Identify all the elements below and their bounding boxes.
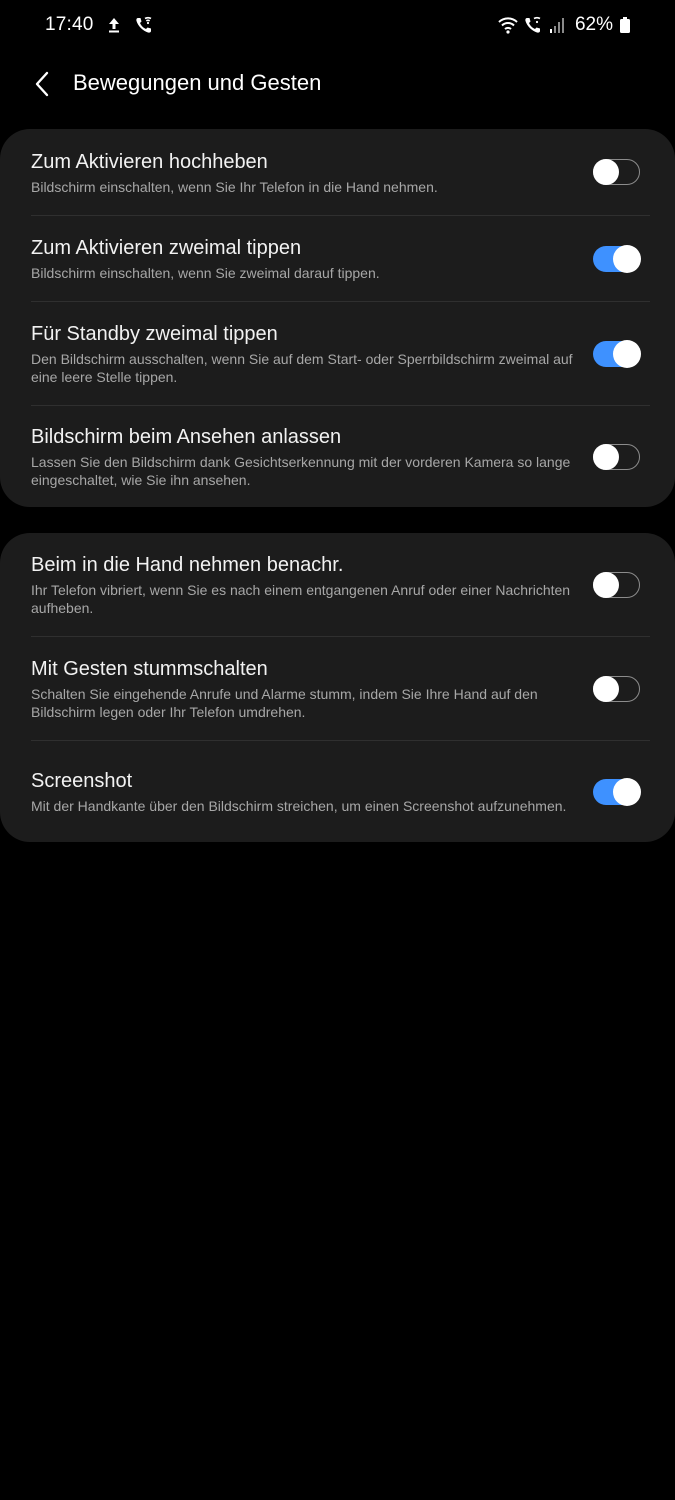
toggle-knob [592, 443, 619, 470]
wifi-call-icon [134, 15, 154, 35]
status-bar: 17:40 62% [0, 0, 675, 56]
setting-row-lift-to-wake[interactable]: Zum Aktivieren hochheben Bildschirm eins… [0, 129, 675, 215]
setting-row-palm-swipe-screenshot[interactable]: Screenshot Mit der Handkante über den Bi… [0, 741, 675, 842]
toggle-switch[interactable] [592, 571, 640, 598]
setting-subtitle: Bildschirm einschalten, wenn Sie Ihr Tel… [31, 178, 438, 195]
back-arrow-icon [35, 71, 49, 97]
setting-text: Für Standby zweimal tippen Den Bildschir… [31, 321, 593, 386]
setting-subtitle: Lassen Sie den Bildschirm dank Gesichtse… [31, 454, 571, 488]
toggle-knob [592, 675, 619, 702]
setting-text: Zum Aktivieren hochheben Bildschirm eins… [31, 149, 593, 196]
toggle-switch[interactable] [593, 777, 641, 806]
setting-title: Für Standby zweimal tippen [31, 323, 278, 345]
toggle-knob [613, 244, 641, 273]
setting-title: Bildschirm beim Ansehen anlassen [31, 426, 342, 448]
setting-title: Zum Aktivieren hochheben [31, 150, 268, 173]
page-title: Bewegungen und Gesten [73, 70, 322, 95]
setting-subtitle: Bildschirm einschalten, wenn Sie zweimal… [31, 265, 380, 281]
toggle-switch[interactable] [592, 675, 640, 702]
setting-subtitle: Ihr Telefon vibriert, wenn Sie es nach e… [31, 582, 571, 616]
setting-subtitle: Mit der Handkante über den Bildschirm st… [31, 798, 567, 814]
status-right: 62% [497, 14, 631, 36]
setting-subtitle: Den Bildschirm ausschalten, wenn Sie auf… [31, 351, 573, 385]
setting-row-mute-with-gestures[interactable]: Mit Gesten stummschalten Schalten Sie ei… [0, 637, 675, 740]
battery-percentage: 62% [574, 14, 613, 35]
toggle-knob [613, 777, 641, 806]
setting-title: Zum Aktivieren zweimal tippen [31, 237, 302, 259]
setting-text: Zum Aktivieren zweimal tippen Bildschirm… [31, 235, 593, 282]
setting-text: Beim in die Hand nehmen benachr. Ihr Tel… [31, 552, 593, 617]
toggle-knob [613, 339, 641, 368]
setting-row-double-tap-to-wake[interactable]: Zum Aktivieren zweimal tippen Bildschirm… [0, 216, 675, 301]
setting-row-double-tap-to-sleep[interactable]: Für Standby zweimal tippen Den Bildschir… [0, 302, 675, 405]
upload-icon [104, 15, 124, 35]
setting-title: Screenshot [31, 770, 133, 792]
toggle-switch[interactable] [592, 443, 640, 470]
setting-subtitle: Schalten Sie eingehende Anrufe und Alarm… [31, 686, 538, 720]
setting-row-keep-screen-on[interactable]: Bildschirm beim Ansehen anlassen Lassen … [0, 406, 675, 507]
setting-title: Mit Gesten stummschalten [31, 658, 268, 680]
settings-card-more-gestures: Beim in die Hand nehmen benachr. Ihr Tel… [0, 533, 675, 842]
setting-text: Screenshot Mit der Handkante über den Bi… [31, 768, 593, 815]
toggle-knob [592, 159, 619, 185]
toggle-switch[interactable] [593, 244, 641, 273]
toggle-switch[interactable] [593, 339, 641, 368]
setting-row-pickup-notification[interactable]: Beim in die Hand nehmen benachr. Ihr Tel… [0, 533, 675, 636]
toggle-knob [592, 571, 619, 598]
setting-text: Mit Gesten stummschalten Schalten Sie ei… [31, 656, 593, 721]
settings-card-gestures: Zum Aktivieren hochheben Bildschirm eins… [0, 129, 675, 507]
setting-title: Beim in die Hand nehmen benachr. [31, 554, 344, 576]
back-button[interactable] [28, 68, 56, 100]
wifi-icon [497, 15, 518, 35]
signal-icon [549, 15, 569, 35]
battery-icon [619, 15, 631, 35]
wifi-call-icon [523, 15, 543, 35]
status-left: 17:40 [45, 14, 154, 36]
toggle-switch[interactable] [592, 159, 640, 185]
app-bar: Bewegungen und Gesten [0, 56, 675, 112]
status-time: 17:40 [45, 14, 94, 35]
setting-text: Bildschirm beim Ansehen anlassen Lassen … [31, 424, 593, 489]
